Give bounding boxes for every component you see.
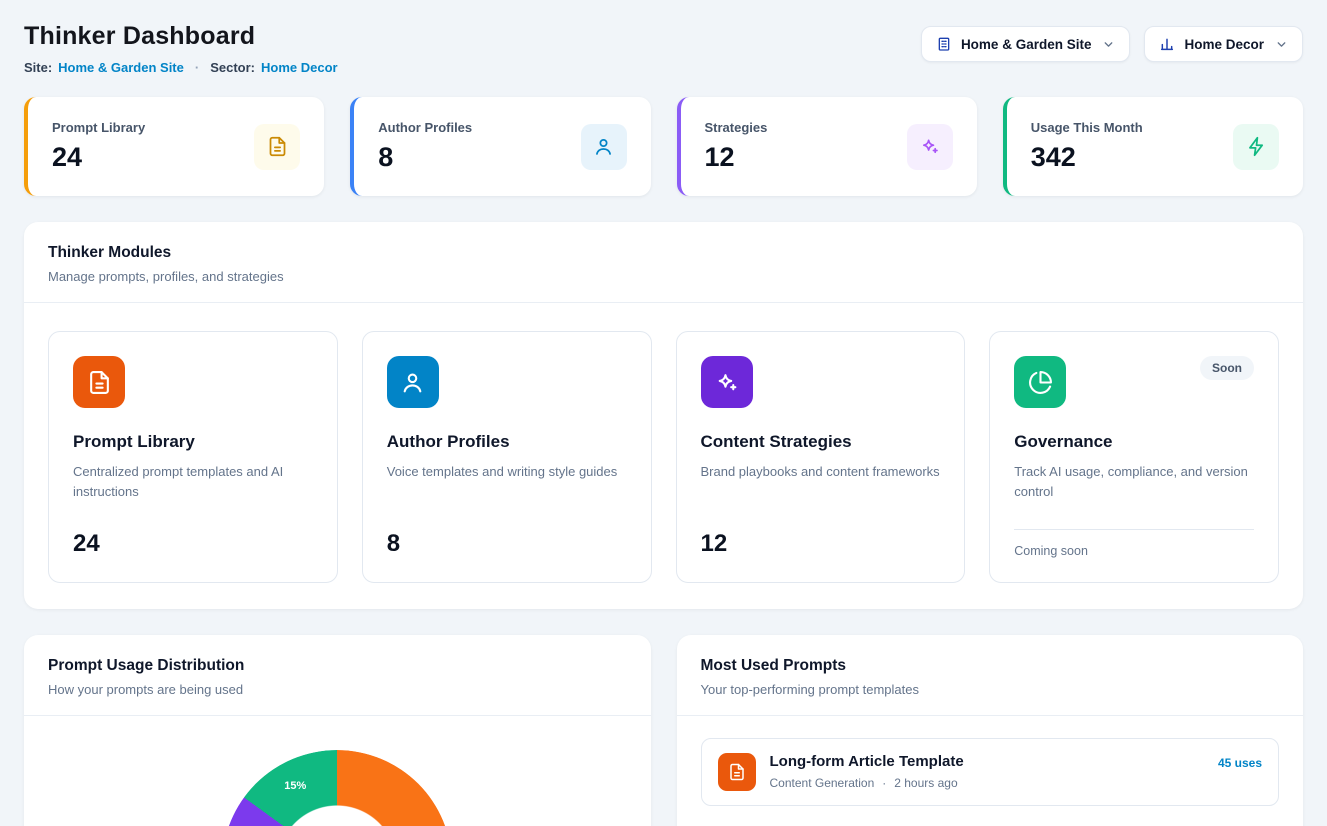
- module-title: Author Profiles: [387, 432, 627, 452]
- prompt-list: Long-form Article Template Content Gener…: [677, 716, 1304, 826]
- module-count: 12: [701, 514, 941, 558]
- stat-value: 8: [378, 142, 472, 173]
- module-title: Content Strategies: [701, 432, 941, 452]
- divider: [24, 715, 651, 716]
- stats-row: Prompt Library 24 Author Profiles 8 Stra…: [24, 97, 1303, 196]
- stat-card-strategies: Strategies 12: [677, 97, 977, 196]
- most-used-header: Most Used Prompts Your top-performing pr…: [677, 635, 1304, 715]
- module-card-author-profiles[interactable]: Author Profiles Voice templates and writ…: [362, 331, 652, 583]
- prompt-category: Content Generation: [770, 776, 875, 790]
- modules-subtitle: Manage prompts, profiles, and strategies: [48, 269, 1279, 284]
- stat-card-author-profiles: Author Profiles 8: [350, 97, 650, 196]
- usage-title: Prompt Usage Distribution: [48, 657, 627, 675]
- bar-chart-icon: [1159, 36, 1175, 52]
- meta-separator: ·: [882, 776, 886, 790]
- module-top: [73, 356, 313, 408]
- sector-selector-dropdown[interactable]: Home Decor: [1144, 26, 1303, 62]
- module-card-governance[interactable]: Soon Governance Track AI usage, complian…: [989, 331, 1279, 583]
- module-top: Soon: [1014, 356, 1254, 408]
- header-left: Thinker Dashboard Site: Home & Garden Si…: [24, 22, 338, 75]
- module-count: 8: [387, 514, 627, 558]
- header: Thinker Dashboard Site: Home & Garden Si…: [24, 22, 1303, 75]
- header-selectors: Home & Garden Site Home Decor: [921, 26, 1303, 62]
- zap-icon: [1233, 124, 1279, 170]
- most-used-subtitle: Your top-performing prompt templates: [701, 682, 1280, 697]
- module-description: Track AI usage, compliance, and version …: [1014, 462, 1254, 502]
- stat-label: Strategies: [705, 120, 768, 135]
- stat-card-usage: Usage This Month 342: [1003, 97, 1303, 196]
- donut-chart: 15%: [222, 750, 452, 826]
- pie-chart-icon: [1014, 356, 1066, 408]
- stat-label: Usage This Month: [1031, 120, 1143, 135]
- modules-title: Thinker Modules: [48, 244, 1279, 262]
- dashboard-page: Thinker Dashboard Site: Home & Garden Si…: [0, 0, 1327, 826]
- modules-section: Thinker Modules Manage prompts, profiles…: [24, 222, 1303, 609]
- usage-distribution-card: Prompt Usage Distribution How your promp…: [24, 635, 651, 826]
- module-count: 24: [73, 514, 313, 558]
- usage-header: Prompt Usage Distribution How your promp…: [24, 635, 651, 715]
- stat-text: Strategies 12: [705, 120, 768, 173]
- page-title: Thinker Dashboard: [24, 22, 338, 51]
- stat-text: Author Profiles 8: [378, 120, 472, 173]
- sparkles-icon: [907, 124, 953, 170]
- module-description: Voice templates and writing style guides: [387, 462, 627, 482]
- user-icon: [581, 124, 627, 170]
- breadcrumb-separator: ·: [195, 60, 199, 75]
- chevron-down-icon: [1102, 38, 1115, 51]
- stat-value: 12: [705, 142, 768, 173]
- stat-value: 24: [52, 142, 145, 173]
- donut-segment-label: 15%: [284, 780, 306, 792]
- module-title: Prompt Library: [73, 432, 313, 452]
- module-card-content-strategies[interactable]: Content Strategies Brand playbooks and c…: [676, 331, 966, 583]
- stat-text: Usage This Month 342: [1031, 120, 1143, 173]
- module-description: Centralized prompt templates and AI inst…: [73, 462, 313, 502]
- module-coming-soon: Coming soon: [1014, 529, 1254, 558]
- most-used-title: Most Used Prompts: [701, 657, 1280, 675]
- prompt-meta: Content Generation · 2 hours ago: [770, 776, 1204, 790]
- module-description: Brand playbooks and content frameworks: [701, 462, 941, 482]
- soon-badge: Soon: [1200, 356, 1254, 380]
- prompt-time: 2 hours ago: [894, 776, 957, 790]
- sector-label: Sector:: [210, 60, 255, 75]
- stat-card-prompt-library: Prompt Library 24: [24, 97, 324, 196]
- stat-label: Prompt Library: [52, 120, 145, 135]
- modules-grid: Prompt Library Centralized prompt templa…: [24, 303, 1303, 609]
- prompt-title: Long-form Article Template: [770, 753, 1204, 770]
- building-icon: [936, 36, 952, 52]
- chart-area: 15%: [24, 750, 651, 826]
- usage-subtitle: How your prompts are being used: [48, 682, 627, 697]
- stat-label: Author Profiles: [378, 120, 472, 135]
- breadcrumb: Site: Home & Garden Site · Sector: Home …: [24, 60, 338, 75]
- most-used-card: Most Used Prompts Your top-performing pr…: [677, 635, 1304, 826]
- prompt-uses-badge: 45 uses: [1218, 756, 1262, 770]
- prompt-info: Long-form Article Template Content Gener…: [770, 753, 1204, 790]
- document-icon: [73, 356, 125, 408]
- module-top: [701, 356, 941, 408]
- stat-text: Prompt Library 24: [52, 120, 145, 173]
- stat-value: 342: [1031, 142, 1143, 173]
- module-top: [387, 356, 627, 408]
- module-card-prompt-library[interactable]: Prompt Library Centralized prompt templa…: [48, 331, 338, 583]
- modules-header: Thinker Modules Manage prompts, profiles…: [24, 222, 1303, 302]
- document-icon: [718, 753, 756, 791]
- module-title: Governance: [1014, 432, 1254, 452]
- bottom-row: Prompt Usage Distribution How your promp…: [24, 635, 1303, 826]
- document-icon: [254, 124, 300, 170]
- site-selector-dropdown[interactable]: Home & Garden Site: [921, 26, 1131, 62]
- site-link[interactable]: Home & Garden Site: [58, 60, 184, 75]
- sector-selector-value: Home Decor: [1184, 37, 1264, 52]
- list-item-prompt[interactable]: Long-form Article Template Content Gener…: [701, 738, 1280, 806]
- sector-link[interactable]: Home Decor: [261, 60, 338, 75]
- sparkles-icon: [701, 356, 753, 408]
- user-icon: [387, 356, 439, 408]
- chevron-down-icon: [1275, 38, 1288, 51]
- site-label: Site:: [24, 60, 52, 75]
- site-selector-value: Home & Garden Site: [961, 37, 1092, 52]
